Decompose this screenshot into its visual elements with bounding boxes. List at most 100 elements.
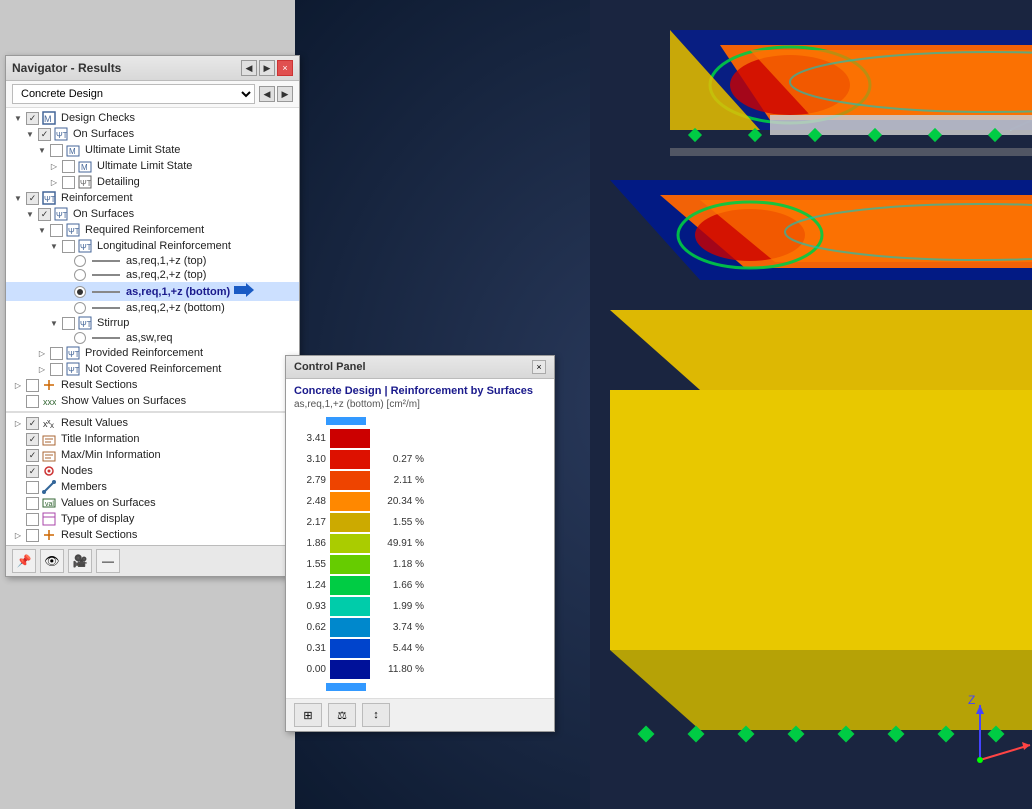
tree-divider-1 <box>6 411 299 413</box>
tree-as-req2-bottom[interactable]: ▷ as,req,2,+z (bottom) <box>6 301 299 315</box>
tree-as-req1-top[interactable]: ▷ as,req,1,+z (top) <box>6 254 299 268</box>
cb-uls-1[interactable] <box>50 144 63 157</box>
tree-result-sections-1[interactable]: ▷ Result Sections <box>6 377 299 393</box>
cb-type-of-display[interactable] <box>26 513 39 526</box>
cb-reinforcement[interactable] <box>26 192 39 205</box>
tree-members[interactable]: ▷ Members <box>6 479 299 495</box>
cb-uls-2[interactable] <box>62 160 75 173</box>
tree-as-req2-top[interactable]: ▷ as,req,2,+z (top) <box>6 268 299 282</box>
svg-text:ΨΤ: ΨΤ <box>80 243 92 252</box>
type-of-display-label: Type of display <box>61 513 134 525</box>
tree-stirrup[interactable]: ▼ ΨΤ Stirrup <box>6 315 299 331</box>
radio-as-req2-bottom[interactable] <box>74 302 86 314</box>
tree-type-of-display[interactable]: ▷ Type of display <box>6 511 299 527</box>
cp-close-btn[interactable]: × <box>532 360 546 374</box>
cb-result-sections-2[interactable] <box>26 529 39 542</box>
cb-detailing[interactable] <box>62 176 75 189</box>
cp-foot-btn-1[interactable]: ⊞ <box>294 703 322 727</box>
tree-longitudinal-reinf[interactable]: ▼ ΨΤ Longitudinal Reinforcement <box>6 238 299 254</box>
expand-uls-2[interactable]: ▷ <box>48 160 60 172</box>
tree-as-sw-req[interactable]: ▷ as,sw,req <box>6 331 299 345</box>
expand-provided[interactable]: ▷ <box>36 347 48 359</box>
cb-title-info[interactable] <box>26 433 39 446</box>
navigator-header: Navigator - Results ◀ ▶ × <box>6 56 299 81</box>
tree-detailing[interactable]: ▷ ΨΤ Detailing <box>6 174 299 190</box>
expand-detailing[interactable]: ▷ <box>48 176 60 188</box>
toolbar-dash-btn[interactable]: — <box>96 549 120 573</box>
cb-result-sections-1[interactable] <box>26 379 39 392</box>
tree-uls-2[interactable]: ▷ M Ultimate Limit State <box>6 158 299 174</box>
tree-maxmin-info[interactable]: ▷ Max/Min Information <box>6 447 299 463</box>
tree-values-on-surfaces[interactable]: ▷ val Values on Surfaces <box>6 495 299 511</box>
tree-reinforcement[interactable]: ▼ ΨΤ Reinforcement <box>6 190 299 206</box>
expand-reinforcement[interactable]: ▼ <box>12 192 24 204</box>
tree-show-values[interactable]: ▷ xxx Show Values on Surfaces <box>6 393 299 409</box>
radio-as-req1-top[interactable] <box>74 255 86 267</box>
cb-show-values[interactable] <box>26 395 39 408</box>
radio-as-sw-req[interactable] <box>74 332 86 344</box>
tree-on-surfaces-2[interactable]: ▼ ΨΤ On Surfaces <box>6 206 299 222</box>
expand-result-sections-2[interactable]: ▷ <box>12 529 24 541</box>
nav-prev-btn[interactable]: ◀ <box>241 60 257 76</box>
design-dropdown[interactable]: Concrete Design <box>12 84 255 104</box>
cb-long-reinf[interactable] <box>62 240 75 253</box>
legend-color-5 <box>330 534 370 553</box>
tree-uls-1[interactable]: ▼ M Ultimate Limit State <box>6 142 299 158</box>
cb-provided[interactable] <box>50 347 63 360</box>
cb-stirrup[interactable] <box>62 317 75 330</box>
svg-text:ΨΤ: ΨΤ <box>56 131 68 140</box>
tree-provided-reinf[interactable]: ▷ ΨΤ Provided Reinforcement <box>6 345 299 361</box>
expand-design-checks[interactable]: ▼ <box>12 112 24 124</box>
legend-color-1 <box>330 450 370 469</box>
expand-uls-1[interactable]: ▼ <box>36 144 48 156</box>
radio-as-req2-top[interactable] <box>74 269 86 281</box>
uls-1-label: Ultimate Limit State <box>85 144 180 156</box>
tree-on-surfaces-1[interactable]: ▼ ΨΤ On Surfaces <box>6 126 299 142</box>
cb-values-on-surfaces[interactable] <box>26 497 39 510</box>
tree-nodes[interactable]: ▷ Nodes <box>6 463 299 479</box>
dropdown-prev[interactable]: ◀ <box>259 86 275 102</box>
cb-members[interactable] <box>26 481 39 494</box>
legend-pct-8: 1.99 % <box>374 601 424 612</box>
tree-result-values[interactable]: ▷ xxx Result Values <box>6 415 299 431</box>
expand-result-sections-1[interactable]: ▷ <box>12 379 24 391</box>
tree-title-info[interactable]: ▷ Title Information <box>6 431 299 447</box>
tree-design-checks[interactable]: ▼ M Design Checks <box>6 110 299 126</box>
cb-on-surfaces-2[interactable] <box>38 208 51 221</box>
expand-stirrup[interactable]: ▼ <box>48 317 60 329</box>
cb-nodes[interactable] <box>26 465 39 478</box>
title-info-icon <box>41 432 57 446</box>
toolbar-camera-btn[interactable]: 🎥 <box>68 549 92 573</box>
navigator-close-btn[interactable]: × <box>277 60 293 76</box>
cp-foot-btn-2[interactable]: ⚖ <box>328 703 356 727</box>
legend-value-3: 2.48 <box>294 496 326 507</box>
cb-on-surfaces-1[interactable] <box>38 128 51 141</box>
navigator-toolbar: 📌 👁 🎥 — <box>6 545 299 576</box>
expand-long-reinf[interactable]: ▼ <box>48 240 60 252</box>
svg-text:ΨΤ: ΨΤ <box>44 195 56 204</box>
radio-as-req1-bottom[interactable] <box>74 286 86 298</box>
cb-maxmin-info[interactable] <box>26 449 39 462</box>
tree-not-covered-reinf[interactable]: ▷ ΨΤ Not Covered Reinforcement <box>6 361 299 377</box>
cb-design-checks[interactable] <box>26 112 39 125</box>
legend-pct-1: 0.27 % <box>374 454 424 465</box>
cb-result-values[interactable] <box>26 417 39 430</box>
expand-result-values[interactable]: ▷ <box>12 417 24 429</box>
expand-on-surfaces-2[interactable]: ▼ <box>24 208 36 220</box>
expand-on-surfaces-1[interactable]: ▼ <box>24 128 36 140</box>
cb-required-reinf[interactable] <box>50 224 63 237</box>
provided-reinf-icon: ΨΤ <box>65 346 81 360</box>
tree-result-sections-2[interactable]: ▷ Result Sections <box>6 527 299 543</box>
expand-required-reinf[interactable]: ▼ <box>36 224 48 236</box>
nav-next-btn[interactable]: ▶ <box>259 60 275 76</box>
tree-required-reinforcement[interactable]: ▼ ΨΤ Required Reinforcement <box>6 222 299 238</box>
tree-as-req1-bottom[interactable]: ▷ as,req,1,+z (bottom) <box>6 282 299 301</box>
toolbar-pin-btn[interactable]: 📌 <box>12 549 36 573</box>
expand-not-covered[interactable]: ▷ <box>36 363 48 375</box>
toolbar-eye-btn[interactable]: 👁 <box>40 549 64 573</box>
maxmin-info-label: Max/Min Information <box>61 449 161 461</box>
cp-foot-btn-3[interactable]: ↕ <box>362 703 390 727</box>
legend-color-9 <box>330 618 370 637</box>
dropdown-next[interactable]: ▶ <box>277 86 293 102</box>
cb-not-covered[interactable] <box>50 363 63 376</box>
